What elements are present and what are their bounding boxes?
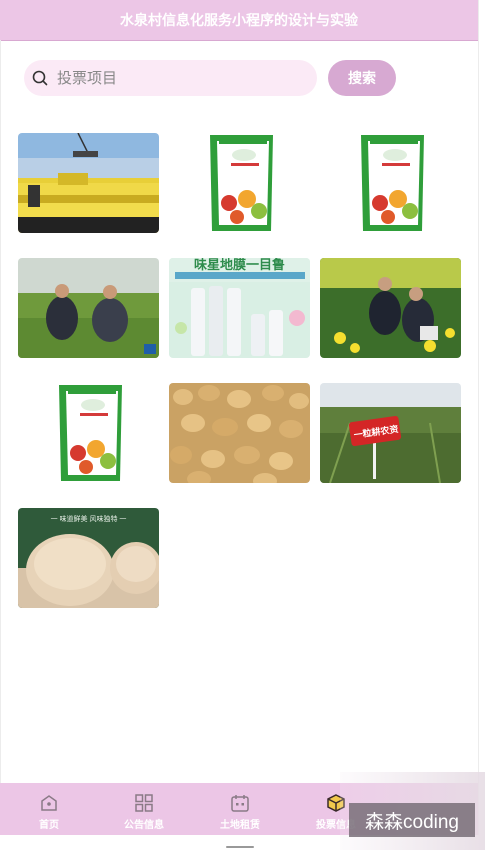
watermark-badge: 森森coding <box>349 803 475 837</box>
film-banner-text: 味星地膜一目鲁 <box>193 258 285 272</box>
calendar-icon <box>231 795 249 812</box>
grid-icon <box>135 794 153 812</box>
project-image-fertilizer[interactable] <box>18 133 159 233</box>
project-image-mushroom[interactable]: 一 味道鲜美 风味独特 一 <box>18 508 159 608</box>
project-image-farmers-field[interactable] <box>18 258 159 358</box>
home-icon <box>41 795 57 811</box>
frame-divider <box>0 40 1 835</box>
project-image-soybeans[interactable] <box>169 383 310 483</box>
tab-label: 首页 <box>39 820 59 831</box>
project-image-seed-bag[interactable] <box>18 383 159 483</box>
project-image-film-rolls[interactable]: 味星地膜一目鲁 <box>169 258 310 358</box>
project-image-farmers-rapeseed[interactable] <box>320 258 461 358</box>
project-image-seed-bag[interactable] <box>320 133 461 233</box>
project-image-field-sign[interactable]: 一粒耕农资 <box>320 383 461 483</box>
tab-land-lease[interactable]: 土地租赁 <box>192 783 288 835</box>
search-input[interactable] <box>55 68 299 88</box>
search-icon <box>32 70 48 86</box>
page-title: 水泉村信息化服务小程序的设计与实验 <box>0 0 478 41</box>
search-bar[interactable] <box>24 60 317 96</box>
tab-announcements[interactable]: 公告信息 <box>96 783 192 835</box>
frame-divider <box>478 0 479 835</box>
tab-home[interactable]: 首页 <box>1 783 97 835</box>
mushroom-caption: 一 味道鲜美 风味独特 一 <box>50 516 127 523</box>
search-button[interactable]: 搜索 <box>328 60 396 96</box>
project-image-seed-bag[interactable] <box>169 133 310 233</box>
tab-label: 土地租赁 <box>220 820 260 831</box>
home-indicator <box>226 846 254 848</box>
tab-label: 公告信息 <box>124 820 164 831</box>
